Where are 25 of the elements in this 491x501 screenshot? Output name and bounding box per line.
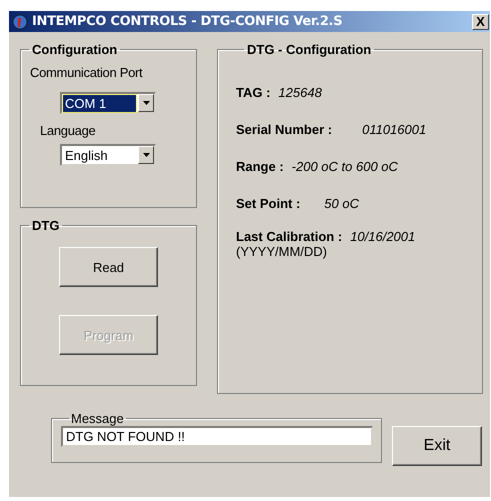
group-title: Message: [70, 411, 125, 426]
field-value: 50 oC: [324, 196, 359, 211]
group-title: Configuration: [31, 42, 118, 57]
language-dropdown[interactable]: English: [60, 144, 156, 166]
exit-button[interactable]: Exit: [392, 426, 482, 466]
field-label: Last Calibration :: [236, 229, 342, 244]
field-value: -200 oC to 600 oC: [292, 159, 398, 174]
date-format-note: (YYYY/MM/DD): [236, 244, 328, 259]
port-dropdown[interactable]: COM 1: [60, 92, 156, 114]
field-value: 10/16/2001: [350, 229, 416, 244]
port-label: Communication Port: [30, 65, 142, 80]
field-label: Set Point :: [236, 196, 300, 211]
close-button[interactable]: X: [472, 14, 489, 30]
action-button[interactable]: Read: [59, 247, 158, 287]
field-value: 125648: [278, 85, 322, 100]
group-title: DTG - Configuration: [246, 42, 372, 57]
globe-icon: [12, 14, 28, 30]
group-title: DTG: [31, 218, 60, 233]
field-label: TAG :: [236, 85, 270, 100]
message-field[interactable]: DTG NOT FOUND !!: [61, 426, 373, 447]
field-label: Range :: [236, 159, 284, 174]
field-label: Serial Number :: [236, 122, 332, 137]
window-title: INTEMPCO CONTROLS - DTG-CONFIG Ver.2.S: [32, 14, 344, 29]
field-value: 011016001: [362, 122, 426, 137]
language-label: Language: [40, 123, 96, 138]
